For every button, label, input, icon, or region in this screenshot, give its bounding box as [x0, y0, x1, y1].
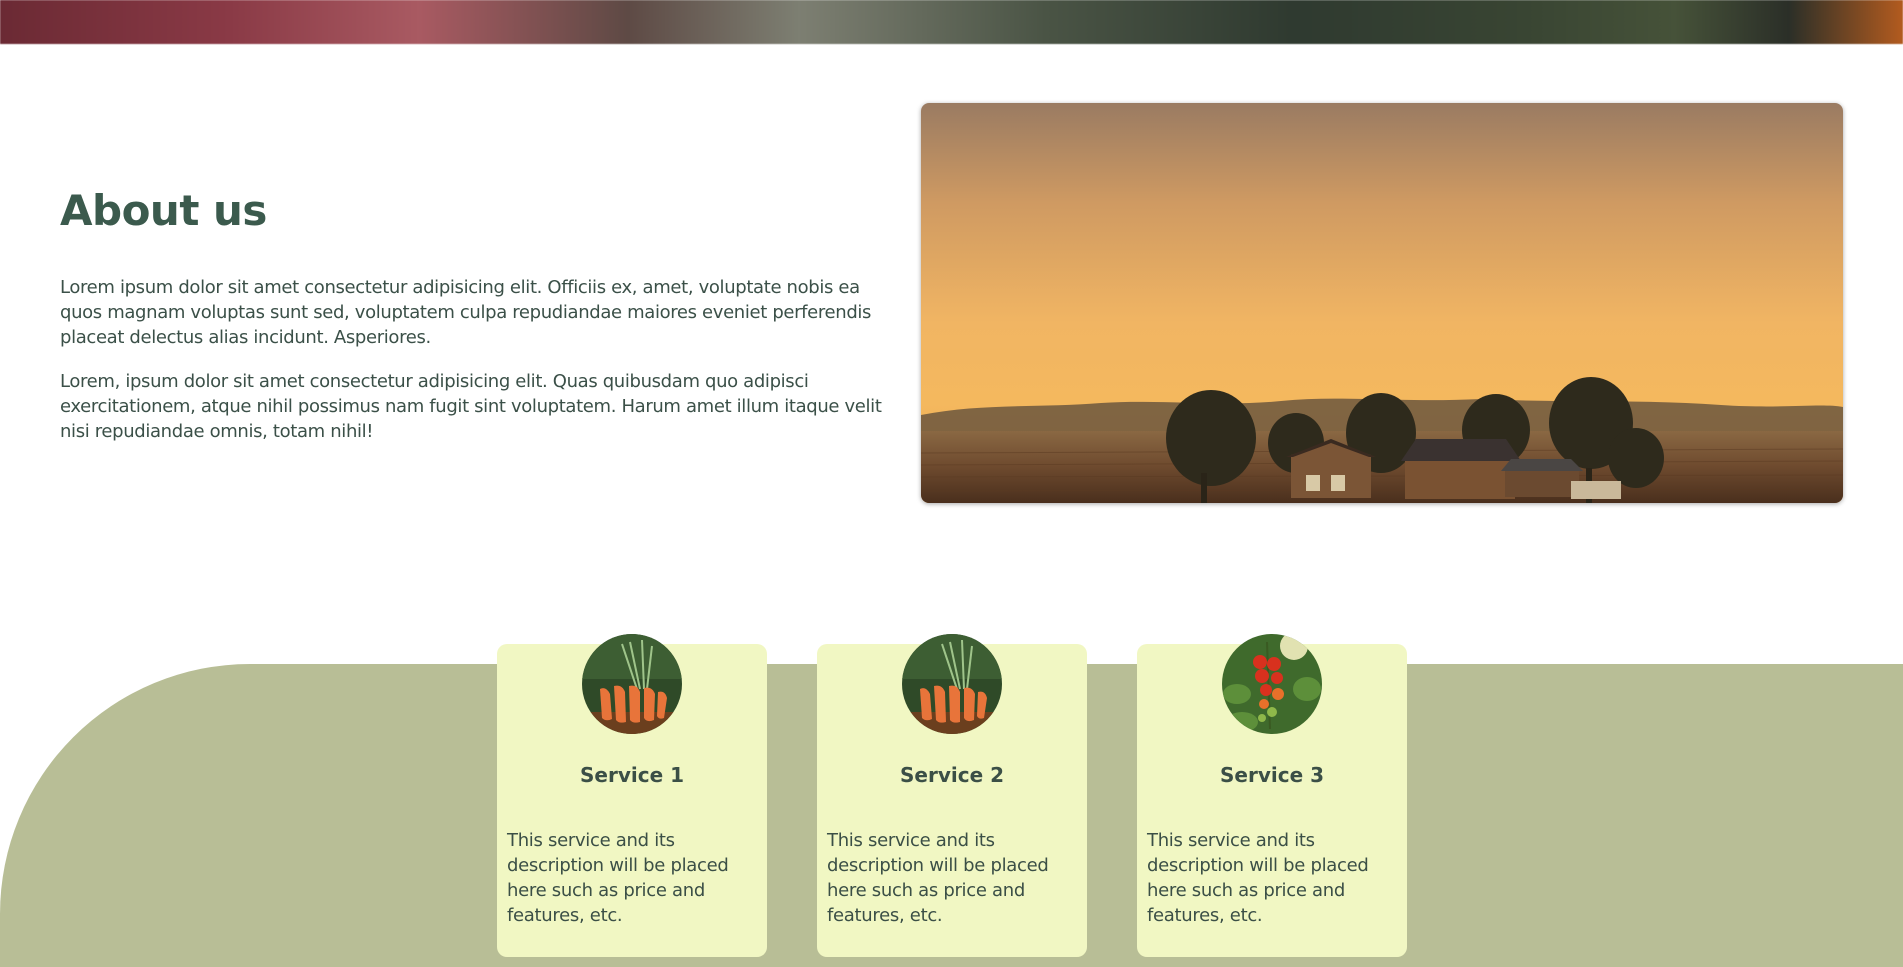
- service-description: This service and its description will be…: [1147, 830, 1369, 926]
- service-title: Service 1: [579, 763, 685, 787]
- about-paragraph: Lorem ipsum dolor sit amet consectetur a…: [60, 277, 872, 348]
- hero-banner-image: [0, 0, 1903, 44]
- about-paragraph: Lorem, ipsum dolor sit amet consectetur …: [60, 371, 882, 442]
- tomatoes-photo: [1222, 634, 1322, 734]
- service-card: Service 3 This service and its descripti…: [1137, 634, 1407, 957]
- service-title: Service 3: [1219, 763, 1325, 787]
- service-description: This service and its description will be…: [507, 830, 729, 926]
- farm-sunset-photo: [921, 103, 1843, 503]
- service-card: Service 2 This service and its descripti…: [817, 634, 1087, 957]
- about-title: About us: [60, 186, 267, 235]
- carrots-photo: [902, 634, 1002, 734]
- service-title: Service 2: [899, 763, 1005, 787]
- service-description: This service and its description will be…: [827, 830, 1049, 926]
- carrots-photo: [582, 634, 682, 734]
- service-card: Service 1 This service and its descripti…: [497, 634, 767, 957]
